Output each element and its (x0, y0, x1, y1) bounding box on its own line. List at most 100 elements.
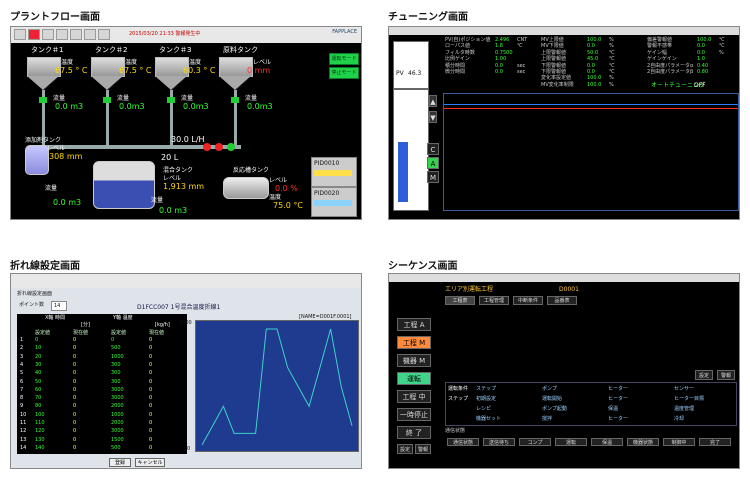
auto-tuning-status[interactable]: OFF (694, 82, 706, 89)
up-button[interactable]: ▲ (429, 95, 437, 107)
grid-cell[interactable]: 温度管理 (674, 405, 694, 412)
step-6[interactable]: 終 了 (397, 426, 431, 439)
table-cell: 0 (73, 386, 77, 393)
table-cell[interactable]: 100 (35, 412, 45, 418)
param-label: 微分時間 (445, 69, 466, 75)
table-cell[interactable]: 10 (35, 345, 41, 351)
points-input[interactable]: 14 (51, 301, 67, 311)
grid-cell[interactable]: ヒーター目標 (674, 395, 704, 402)
grid-cell[interactable]: センサー (674, 385, 694, 392)
grid-cell[interactable]: ポンプ (542, 385, 557, 392)
table-cell: 0 (149, 411, 153, 418)
grid-cell[interactable]: ポンプ起動 (542, 405, 567, 412)
valve-icon[interactable] (231, 97, 239, 103)
table-cell[interactable]: 300 (111, 379, 121, 385)
brand-label: FAPPLACE (332, 29, 357, 35)
tank-flow-label: 流量 (245, 95, 258, 102)
pv-value: 46.3 (408, 70, 422, 77)
step-5[interactable]: 一時停止 (397, 408, 431, 421)
table-cell[interactable]: 3000 (111, 428, 124, 434)
status-chip: 機器状態 (627, 438, 659, 446)
valve-red-1[interactable] (203, 143, 211, 151)
table-cell[interactable]: 20 (35, 354, 41, 360)
grid-cell[interactable]: 初期設定 (476, 395, 496, 402)
grid-cell[interactable]: ステップ (476, 385, 496, 392)
grid-cell[interactable]: ヒーター (608, 385, 628, 392)
alarm-button[interactable]: 警報 (415, 444, 431, 454)
table-cell[interactable]: 130 (35, 437, 45, 443)
step-2[interactable]: 機器 M (397, 354, 431, 367)
info-icon[interactable] (42, 29, 54, 40)
table-cell[interactable]: 500 (111, 345, 121, 351)
step-0[interactable]: 工程 A (397, 318, 431, 331)
tab-0[interactable]: 工程表 (445, 296, 475, 305)
cancel-button[interactable]: キャンセル (135, 458, 165, 467)
grid-cell[interactable]: ヒーター (608, 395, 628, 402)
table-cell[interactable]: 0 (35, 337, 38, 343)
step-4[interactable]: 工程 中 (397, 390, 431, 403)
right-alarm-button[interactable]: 警報 (717, 370, 735, 380)
table-cell[interactable]: 140 (35, 445, 45, 451)
grid-cell[interactable]: ヒーター (608, 415, 628, 422)
param-value[interactable]: 0.80 (697, 69, 708, 76)
table-cell[interactable]: 40 (35, 370, 41, 376)
star-icon[interactable] (98, 29, 110, 40)
stop-mode-button[interactable]: 停止モード (329, 67, 359, 79)
table-cell[interactable]: 3000 (111, 387, 124, 393)
grid-cell[interactable]: 運転開始 (542, 395, 562, 402)
tab-3[interactable]: 品番表 (547, 296, 577, 305)
table-cell[interactable]: 300 (111, 362, 121, 368)
status-chip: 制御中 (663, 438, 695, 446)
table-cell[interactable]: 80 (35, 403, 41, 409)
right-setting-button[interactable]: 設定 (695, 370, 713, 380)
table-cell[interactable]: 500 (111, 445, 121, 451)
valve-icon[interactable] (167, 97, 175, 103)
table-cell[interactable]: 0 (111, 337, 114, 343)
mode-c-button[interactable]: C (427, 143, 439, 155)
grid-cell[interactable]: レシピ (476, 405, 491, 412)
grid-cell[interactable]: 保温 (608, 405, 618, 412)
table-cell[interactable]: 3000 (111, 395, 124, 401)
mode-m-button[interactable]: M (427, 171, 439, 183)
table-cell[interactable]: 30 (35, 362, 41, 368)
param-value[interactable]: 100.0 (587, 82, 601, 89)
down-button[interactable]: ▼ (429, 111, 437, 123)
tab-1[interactable]: 工程管理 (479, 296, 509, 305)
table-cell: 0 (149, 444, 153, 451)
grid-cell[interactable]: 撹拌 (542, 415, 552, 422)
home-icon[interactable] (14, 29, 26, 40)
polyline-svg (201, 328, 353, 446)
trend-icon[interactable] (70, 29, 82, 40)
valve-green[interactable] (227, 143, 235, 151)
table-cell[interactable]: 60 (35, 387, 41, 393)
table-cell: 0 (149, 403, 153, 410)
step-3[interactable]: 運転 (397, 372, 431, 385)
table-cell[interactable]: 70 (35, 395, 41, 401)
grid-cell[interactable]: 機器セット (476, 415, 501, 422)
table-cell[interactable]: 1000 (111, 354, 124, 360)
grid-cell[interactable]: 冷却 (674, 415, 684, 422)
table-cell[interactable]: 2000 (111, 420, 124, 426)
table-cell[interactable]: 110 (35, 420, 45, 426)
truck-icon[interactable] (84, 29, 96, 40)
table-cell[interactable]: 1500 (111, 437, 124, 443)
register-button[interactable]: 登録 (109, 458, 131, 467)
table-cell[interactable]: 120 (35, 428, 45, 434)
tab-2[interactable]: 中断条件 (513, 296, 543, 305)
table-cell[interactable]: 2000 (111, 403, 124, 409)
run-mode-button[interactable]: 運転モード (329, 53, 359, 65)
status-bar (314, 200, 352, 206)
valve-icon[interactable] (103, 97, 111, 103)
mode-a-button[interactable]: A (427, 157, 439, 169)
valve-icon[interactable] (39, 97, 47, 103)
caption-tuning: チューニング画面 (388, 12, 468, 23)
table-cell[interactable]: 50 (35, 379, 41, 385)
valve-red-2[interactable] (215, 143, 223, 151)
setting-button[interactable]: 設定 (397, 444, 413, 454)
table-cell[interactable]: 1000 (111, 412, 124, 418)
step-1[interactable]: 工程 M (397, 336, 431, 349)
param-value[interactable]: 0.0 (495, 69, 503, 76)
table-cell[interactable]: 300 (111, 370, 121, 376)
alarm-icon[interactable] (28, 29, 40, 40)
search-icon[interactable] (56, 29, 68, 40)
